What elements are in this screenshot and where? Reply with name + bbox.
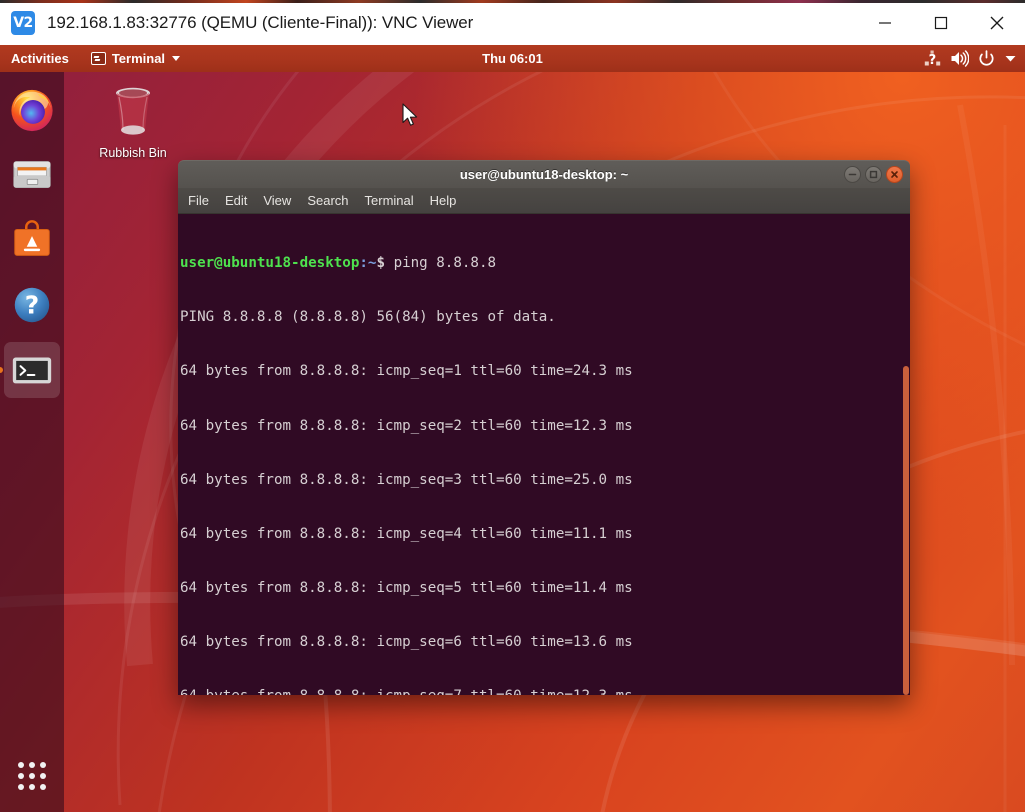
prompt-path: :~ bbox=[359, 255, 376, 271]
maximize-button[interactable] bbox=[913, 0, 969, 45]
terminal-prompt-line: user@ubuntu18-desktop:~$ ping 8.8.8.8 bbox=[180, 254, 910, 272]
system-menu-chevron-icon[interactable] bbox=[1004, 52, 1017, 65]
minimize-icon bbox=[847, 169, 858, 180]
menu-item-terminal[interactable]: Terminal bbox=[365, 193, 414, 208]
desktop-icon-label: Rubbish Bin bbox=[99, 146, 166, 160]
prompt-symbol: $ bbox=[376, 255, 393, 271]
desktop-icon-rubbish-bin[interactable]: Rubbish Bin bbox=[88, 83, 178, 160]
activities-button[interactable]: Activities bbox=[11, 51, 69, 66]
help-icon: ? bbox=[9, 282, 55, 328]
dock-item-ubuntu-software[interactable] bbox=[4, 212, 60, 268]
vnc-viewer-title: 192.168.1.83:32776 (QEMU (Cliente-Final)… bbox=[47, 13, 473, 33]
vnc-viewer-titlebar: V2 192.168.1.83:32776 (QEMU (Cliente-Fin… bbox=[0, 0, 1025, 45]
trash-icon bbox=[106, 83, 160, 141]
svg-text:?: ? bbox=[929, 53, 937, 67]
terminal-icon bbox=[91, 52, 106, 65]
vnc-viewer-window: V2 192.168.1.83:32776 (QEMU (Cliente-Fin… bbox=[0, 0, 1025, 812]
accessibility-help-icon[interactable]: ? bbox=[924, 50, 941, 67]
dock-item-files[interactable] bbox=[4, 147, 60, 203]
terminal-output-line: PING 8.8.8.8 (8.8.8.8) 56(84) bytes of d… bbox=[180, 308, 910, 326]
close-icon bbox=[988, 14, 1006, 32]
gnome-top-bar: Activities Terminal Thu 06:01 ? bbox=[0, 45, 1025, 72]
ubuntu-dock: ? bbox=[0, 72, 64, 812]
terminal-output-line: 64 bytes from 8.8.8.8: icmp_seq=7 ttl=60… bbox=[180, 687, 910, 695]
terminal-text: user@ubuntu18-desktop:~$ ping 8.8.8.8 PI… bbox=[179, 218, 910, 695]
terminal-scrollbar[interactable] bbox=[902, 214, 910, 695]
menu-item-view[interactable]: View bbox=[263, 193, 291, 208]
app-menu-button[interactable]: Terminal bbox=[91, 51, 180, 66]
terminal-scrollbar-thumb[interactable] bbox=[903, 366, 909, 695]
prompt-command: ping 8.8.8.8 bbox=[394, 255, 497, 271]
terminal-window-controls bbox=[844, 161, 903, 188]
terminal-close-button[interactable] bbox=[886, 166, 903, 183]
terminal-output-line: 64 bytes from 8.8.8.8: icmp_seq=1 ttl=60… bbox=[180, 362, 910, 380]
dock-item-help[interactable]: ? bbox=[4, 277, 60, 333]
files-icon bbox=[9, 152, 55, 198]
vnc-window-controls bbox=[857, 0, 1025, 45]
firefox-icon bbox=[9, 87, 55, 133]
menu-item-file[interactable]: File bbox=[188, 193, 209, 208]
terminal-icon bbox=[9, 347, 55, 393]
minimize-button[interactable] bbox=[857, 0, 913, 45]
terminal-output-area[interactable]: user@ubuntu18-desktop:~$ ping 8.8.8.8 PI… bbox=[178, 214, 910, 695]
remote-desktop[interactable]: Activities Terminal Thu 06:01 ? bbox=[0, 45, 1025, 812]
dock-item-firefox[interactable] bbox=[4, 82, 60, 138]
terminal-output-line: 64 bytes from 8.8.8.8: icmp_seq=6 ttl=60… bbox=[180, 633, 910, 651]
vnc-viewer-icon: V2 bbox=[11, 11, 35, 35]
chevron-down-icon bbox=[172, 56, 180, 61]
terminal-title: user@ubuntu18-desktop: ~ bbox=[460, 167, 628, 182]
show-applications-icon bbox=[18, 762, 46, 790]
system-tray: ? bbox=[924, 50, 1017, 67]
terminal-output-line: 64 bytes from 8.8.8.8: icmp_seq=4 ttl=60… bbox=[180, 525, 910, 543]
maximize-icon bbox=[933, 15, 949, 31]
menu-item-edit[interactable]: Edit bbox=[225, 193, 247, 208]
maximize-icon bbox=[868, 169, 879, 180]
dock-item-terminal[interactable] bbox=[4, 342, 60, 398]
ubuntu-software-icon bbox=[9, 217, 55, 263]
minimize-icon bbox=[877, 15, 893, 31]
prompt-user-host: user@ubuntu18-desktop bbox=[180, 255, 359, 271]
terminal-output-line: 64 bytes from 8.8.8.8: icmp_seq=5 ttl=60… bbox=[180, 579, 910, 597]
show-applications-button[interactable] bbox=[4, 752, 60, 800]
terminal-window: user@ubuntu18-desktop: ~ bbox=[178, 160, 910, 695]
power-icon[interactable] bbox=[978, 50, 995, 67]
menu-item-help[interactable]: Help bbox=[430, 193, 457, 208]
close-button[interactable] bbox=[969, 0, 1025, 45]
terminal-menubar: File Edit View Search Terminal Help bbox=[178, 188, 910, 214]
svg-text:?: ? bbox=[25, 291, 39, 320]
window-top-edge bbox=[0, 0, 1025, 3]
menu-item-search[interactable]: Search bbox=[307, 193, 348, 208]
terminal-output-line: 64 bytes from 8.8.8.8: icmp_seq=2 ttl=60… bbox=[180, 417, 910, 435]
app-menu-label: Terminal bbox=[112, 51, 165, 66]
terminal-output-line: 64 bytes from 8.8.8.8: icmp_seq=3 ttl=60… bbox=[180, 471, 910, 489]
close-icon bbox=[889, 169, 900, 180]
terminal-maximize-button[interactable] bbox=[865, 166, 882, 183]
terminal-minimize-button[interactable] bbox=[844, 166, 861, 183]
terminal-titlebar[interactable]: user@ubuntu18-desktop: ~ bbox=[178, 160, 910, 188]
volume-icon[interactable] bbox=[950, 50, 969, 67]
